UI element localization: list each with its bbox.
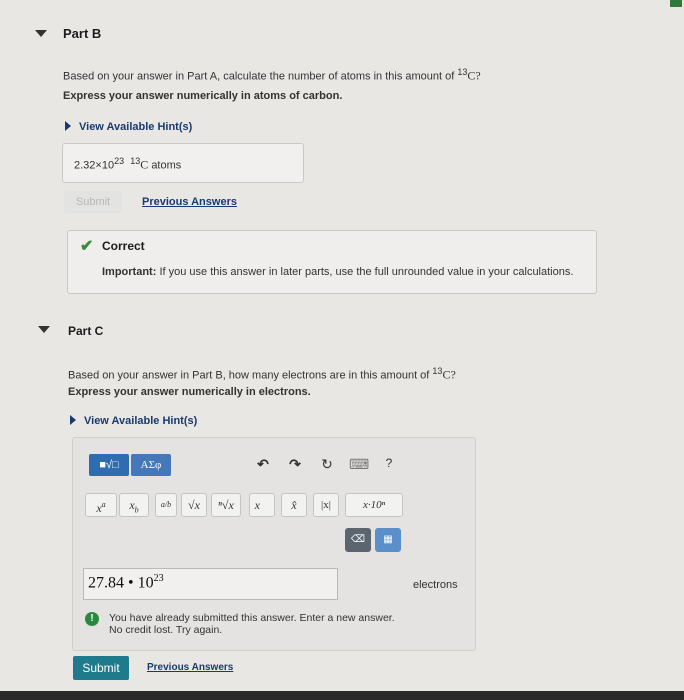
sqrt-button[interactable]: √x [181, 493, 207, 517]
part-b-title: Part B [63, 26, 102, 41]
subscript-button[interactable]: xb [119, 493, 149, 517]
part-b-answer-value: 2.32×1023 13C atoms [74, 156, 182, 172]
hat-button[interactable]: x̂ [281, 493, 307, 517]
answer-input[interactable]: 27.84 • 1023 [83, 568, 338, 600]
bottom-bar [0, 691, 684, 700]
math-editor: ■√□ ΑΣφ ↶ ↷ ↻ ⌨ ? xa xb a/b √x ⁿ√x x⃗ x̂… [72, 437, 476, 651]
part-b-hint-toggle[interactable]: View Available Hint(s) [65, 117, 192, 135]
absolute-value-button[interactable]: |x| [313, 493, 339, 517]
keyboard-icon[interactable]: ⌨ [349, 456, 369, 473]
scientific-notation-button[interactable]: x·10ⁿ [345, 493, 403, 517]
part-b-answer-box: 2.32×1023 13C atoms [62, 143, 304, 183]
expand-triangle-icon [70, 414, 76, 425]
part-c-hint-toggle[interactable]: View Available Hint(s) [70, 411, 197, 429]
collapse-part-b-icon[interactable] [35, 30, 47, 37]
part-b-instruction: Express your answer numerically in atoms… [63, 90, 343, 102]
collapse-part-c-icon[interactable] [38, 326, 50, 333]
reset-icon[interactable]: ↻ [317, 456, 337, 473]
feedback-title: Correct [102, 239, 145, 253]
undo-icon[interactable]: ↶ [253, 456, 273, 473]
nth-root-button[interactable]: ⁿ√x [211, 493, 241, 517]
warning-text-2: No credit lost. Try again. [109, 624, 223, 636]
vector-button[interactable]: x⃗ [249, 493, 275, 517]
greek-symbols-button[interactable]: ΑΣφ [131, 454, 171, 476]
expand-triangle-icon [65, 120, 71, 131]
fraction-button[interactable]: a/b [155, 493, 177, 517]
redo-icon[interactable]: ↷ [285, 456, 305, 473]
part-b-feedback-panel: ✔ Correct Important: If you use this ans… [67, 230, 597, 294]
superscript-button[interactable]: xa [85, 493, 117, 517]
templates-button[interactable]: ■√□ [89, 454, 129, 476]
corner-indicator [670, 0, 682, 7]
checkmark-icon: ✔ [80, 238, 94, 255]
part-b-previous-answers-link[interactable]: Previous Answers [142, 196, 237, 208]
delete-button[interactable]: ⌫ [345, 528, 371, 552]
feedback-message: Important: If you use this answer in lat… [102, 266, 574, 278]
warning-text-1: You have already submitted this answer. … [109, 612, 395, 624]
part-b-question: Based on your answer in Part A, calculat… [63, 67, 481, 83]
part-c-question: Based on your answer in Part B, how many… [68, 366, 456, 382]
part-c-title: Part C [68, 324, 104, 338]
part-c-submit-button[interactable]: Submit [73, 656, 129, 680]
answer-value: 27.84 • 1023 [88, 573, 164, 592]
part-c-instruction: Express your answer numerically in elect… [68, 386, 311, 398]
help-icon[interactable]: ? [379, 456, 399, 470]
warning-icon: ! [85, 612, 99, 626]
answer-unit: electrons [413, 579, 458, 591]
part-c-previous-answers-link[interactable]: Previous Answers [147, 662, 233, 673]
part-b-submit-button[interactable]: Submit [64, 191, 122, 213]
keypad-button[interactable]: ▦ [375, 528, 401, 552]
